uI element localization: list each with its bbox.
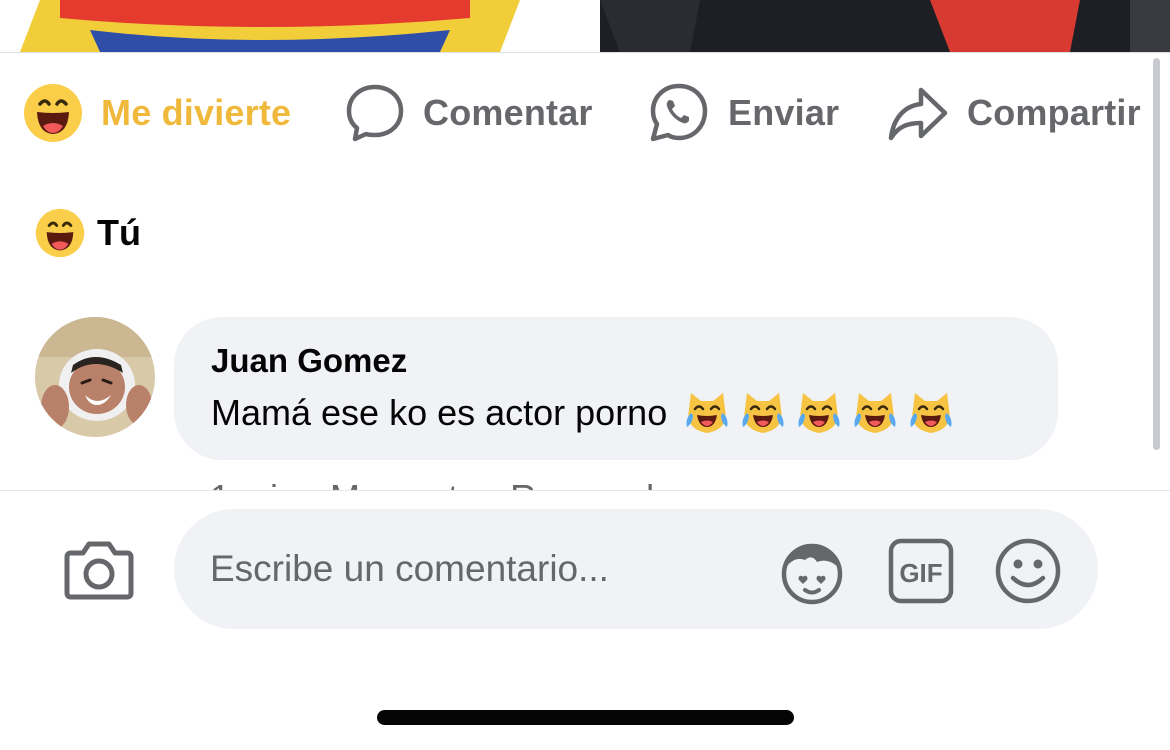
gif-icon[interactable]: GIF bbox=[886, 536, 956, 606]
avatar[interactable] bbox=[35, 317, 155, 437]
home-indicator[interactable] bbox=[377, 710, 794, 725]
laughing-cat-emoji bbox=[798, 393, 840, 433]
haha-reaction-icon bbox=[24, 84, 82, 142]
emoji-icon[interactable] bbox=[993, 536, 1063, 606]
post-image-bottom-edge[interactable] bbox=[0, 0, 1170, 53]
comment-bubble[interactable]: Juan Gomez Mamá ese ko es actor porno bbox=[174, 317, 1058, 460]
share-label: Compartir bbox=[967, 92, 1141, 133]
svg-text:GIF: GIF bbox=[899, 558, 942, 588]
reactor-name: Tú bbox=[97, 212, 141, 253]
whatsapp-icon bbox=[650, 83, 708, 142]
comment-emoji-group bbox=[683, 389, 963, 437]
avatar-sticker-icon[interactable] bbox=[777, 536, 847, 606]
camera-icon[interactable] bbox=[63, 539, 135, 601]
post-action-bar: Me divierte Comentar Enviar Compartir bbox=[0, 80, 1170, 146]
laughing-cat-emoji bbox=[910, 393, 952, 433]
laughing-cat-emoji bbox=[686, 393, 728, 433]
reaction-label: Me divierte bbox=[101, 92, 292, 133]
laughing-cat-emoji bbox=[742, 393, 784, 433]
comment-text: Mamá ese ko es actor porno bbox=[211, 392, 668, 433]
send-label: Enviar bbox=[728, 92, 840, 133]
comment-input-container[interactable]: GIF bbox=[174, 509, 1098, 629]
comment-text-row: Mamá ese ko es actor porno bbox=[211, 389, 963, 437]
comment-author[interactable]: Juan Gomez bbox=[211, 342, 407, 380]
laughing-cat-emoji bbox=[854, 393, 896, 433]
share-arrow-icon bbox=[888, 87, 948, 141]
haha-reaction-icon bbox=[35, 208, 85, 258]
reaction-summary[interactable]: Tú bbox=[35, 207, 141, 259]
comment-button[interactable]: Comentar bbox=[345, 80, 593, 146]
reaction-button[interactable]: Me divierte bbox=[23, 80, 291, 146]
share-button[interactable]: Compartir bbox=[887, 80, 1141, 146]
send-whatsapp-button[interactable]: Enviar bbox=[648, 80, 839, 146]
comment-bubble-icon bbox=[346, 84, 404, 142]
comment-input[interactable] bbox=[210, 537, 750, 601]
comment-label: Comentar bbox=[423, 92, 593, 133]
